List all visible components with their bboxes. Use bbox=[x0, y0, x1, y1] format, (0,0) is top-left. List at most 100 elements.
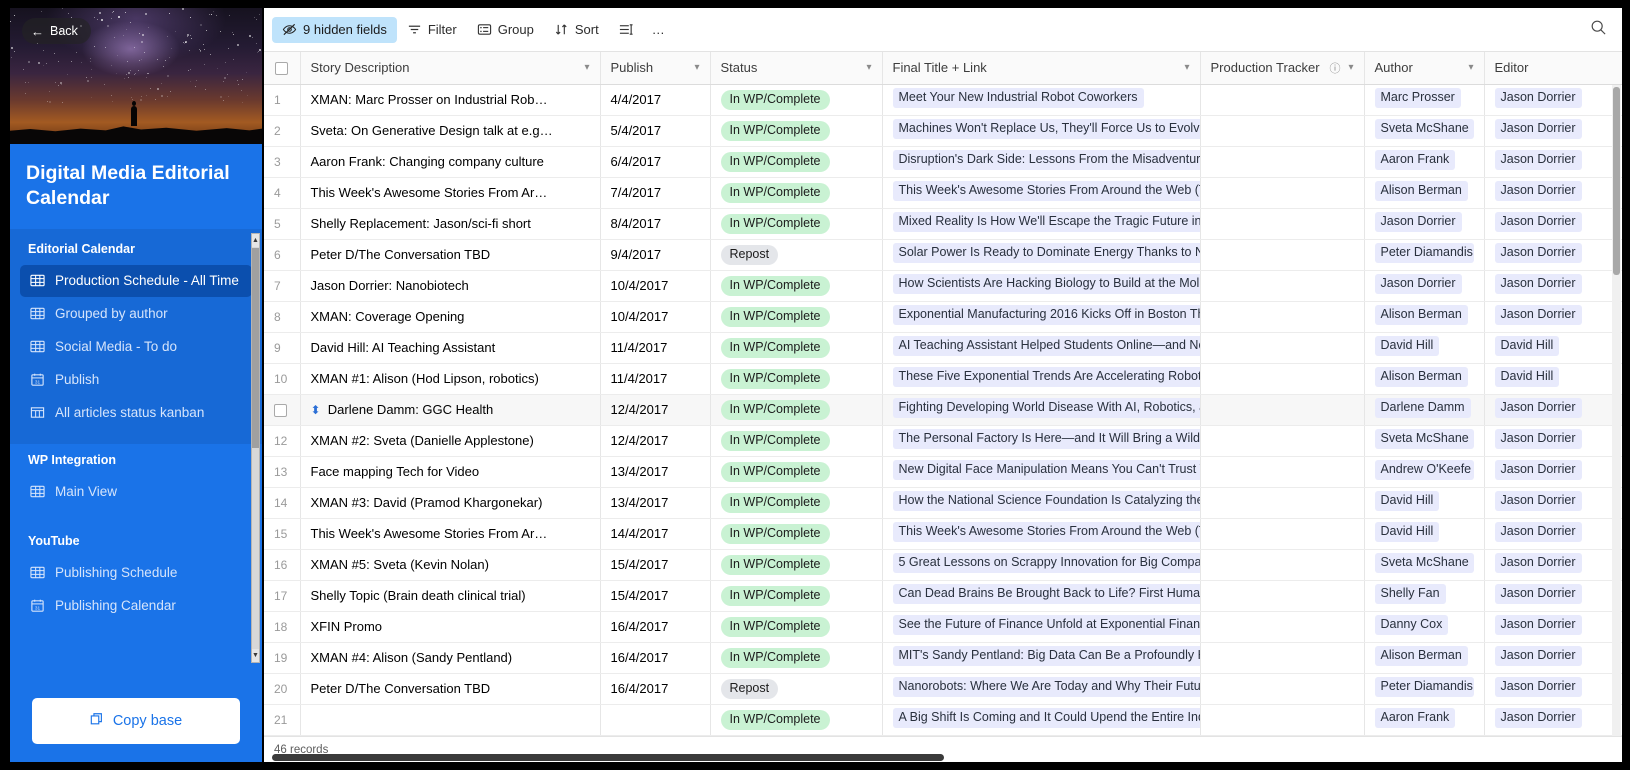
cell-editor[interactable]: Jason Dorrier bbox=[1484, 611, 1622, 642]
select-all-checkbox[interactable] bbox=[275, 62, 288, 75]
cell-status[interactable]: In WP/Complete bbox=[710, 208, 882, 239]
cell-story-description[interactable]: XMAN #4: Alison (Sandy Pentland) bbox=[300, 642, 600, 673]
cell-story-description[interactable]: Shelly Replacement: Jason/sci-fi short bbox=[300, 208, 600, 239]
cell-editor[interactable]: Jason Dorrier bbox=[1484, 518, 1622, 549]
column-header-author[interactable]: Author▾ bbox=[1364, 52, 1484, 84]
cell-author[interactable]: Jason Dorrier bbox=[1364, 208, 1484, 239]
row-number-cell[interactable]: 21 bbox=[264, 704, 300, 735]
cell-editor[interactable]: David Hill bbox=[1484, 332, 1622, 363]
cell-final-title-link[interactable]: The Personal Factory Is Here—and It Will… bbox=[882, 425, 1200, 456]
cell-final-title-link[interactable]: 5 Great Lessons on Scrappy Innovation fo… bbox=[882, 549, 1200, 580]
cell-author[interactable]: Sveta McShane bbox=[1364, 425, 1484, 456]
cell-author[interactable]: Alison Berman bbox=[1364, 301, 1484, 332]
cell-editor[interactable]: Jason Dorrier bbox=[1484, 84, 1622, 115]
cell-final-title-link[interactable]: Mixed Reality Is How We'll Escape the Tr… bbox=[882, 208, 1200, 239]
table-row[interactable]: 10XMAN #1: Alison (Hod Lipson, robotics)… bbox=[264, 363, 1622, 394]
cell-production-tracker[interactable] bbox=[1200, 208, 1364, 239]
table-row[interactable]: 20Peter D/The Conversation TBD16/4/2017R… bbox=[264, 673, 1622, 704]
cell-editor[interactable]: Jason Dorrier bbox=[1484, 425, 1622, 456]
sidebar-item-publishing-schedule[interactable]: Publishing Schedule bbox=[20, 557, 252, 589]
table-row[interactable]: 6Peter D/The Conversation TBD9/4/2017Rep… bbox=[264, 239, 1622, 270]
cell-final-title-link[interactable]: Fighting Developing World Disease With A… bbox=[882, 394, 1200, 425]
table-row[interactable]: 19XMAN #4: Alison (Sandy Pentland)16/4/2… bbox=[264, 642, 1622, 673]
cell-production-tracker[interactable] bbox=[1200, 456, 1364, 487]
cell-production-tracker[interactable] bbox=[1200, 84, 1364, 115]
cell-final-title-link[interactable]: These Five Exponential Trends Are Accele… bbox=[882, 363, 1200, 394]
cell-production-tracker[interactable] bbox=[1200, 611, 1364, 642]
table-row[interactable]: 5Shelly Replacement: Jason/sci-fi short8… bbox=[264, 208, 1622, 239]
cell-publish-date[interactable]: 10/4/2017 bbox=[600, 301, 710, 332]
cell-final-title-link[interactable]: Machines Won't Replace Us, They'll Force… bbox=[882, 115, 1200, 146]
cell-author[interactable]: Danny Cox bbox=[1364, 611, 1484, 642]
cell-publish-date[interactable]: 15/4/2017 bbox=[600, 580, 710, 611]
cell-publish-date[interactable]: 8/4/2017 bbox=[600, 208, 710, 239]
cell-production-tracker[interactable] bbox=[1200, 580, 1364, 611]
table-row[interactable]: 9David Hill: AI Teaching Assistant11/4/2… bbox=[264, 332, 1622, 363]
cell-status[interactable]: In WP/Complete bbox=[710, 456, 882, 487]
cell-author[interactable]: Andrew O'Keefe bbox=[1364, 456, 1484, 487]
cell-status[interactable]: In WP/Complete bbox=[710, 115, 882, 146]
row-select-checkbox[interactable] bbox=[274, 404, 287, 417]
row-number-cell[interactable]: 16 bbox=[264, 549, 300, 580]
cell-production-tracker[interactable] bbox=[1200, 301, 1364, 332]
table-row[interactable]: 15This Week's Awesome Stories From Ar…14… bbox=[264, 518, 1622, 549]
scroll-up-arrow-icon[interactable]: ▲ bbox=[252, 234, 259, 247]
chevron-down-icon[interactable]: ▾ bbox=[584, 63, 589, 73]
cell-editor[interactable]: Jason Dorrier bbox=[1484, 456, 1622, 487]
table-row[interactable]: 7Jason Dorrier: Nanobiotech10/4/2017In W… bbox=[264, 270, 1622, 301]
column-header-editor[interactable]: Editor▾ bbox=[1484, 52, 1622, 84]
cell-author[interactable]: Alison Berman bbox=[1364, 363, 1484, 394]
sort-button[interactable]: Sort bbox=[544, 17, 609, 43]
info-icon[interactable]: ⓘ bbox=[1329, 60, 1344, 76]
cell-status[interactable]: In WP/Complete bbox=[710, 332, 882, 363]
table-row[interactable]: 13Face mapping Tech for Video13/4/2017In… bbox=[264, 456, 1622, 487]
cell-publish-date[interactable]: 10/4/2017 bbox=[600, 270, 710, 301]
row-number-cell[interactable]: 15 bbox=[264, 518, 300, 549]
table-row[interactable]: 4This Week's Awesome Stories From Ar…7/4… bbox=[264, 177, 1622, 208]
sidebar-item-production-schedule[interactable]: Production Schedule - All Time bbox=[20, 265, 252, 297]
cell-story-description[interactable]: XMAN #5: Sveta (Kevin Nolan) bbox=[300, 549, 600, 580]
hidden-fields-button[interactable]: 9 hidden fields bbox=[272, 17, 397, 43]
cell-status[interactable]: In WP/Complete bbox=[710, 642, 882, 673]
cell-production-tracker[interactable] bbox=[1200, 394, 1364, 425]
table-row[interactable]: 21 In WP/CompleteA Big Shift Is Coming an… bbox=[264, 704, 1622, 735]
cell-story-description[interactable]: XMAN #2: Sveta (Danielle Applestone) bbox=[300, 425, 600, 456]
cell-publish-date[interactable]: 15/4/2017 bbox=[600, 549, 710, 580]
cell-production-tracker[interactable] bbox=[1200, 704, 1364, 735]
cell-status[interactable]: In WP/Complete bbox=[710, 270, 882, 301]
sidebar-scrollbar[interactable]: ▲ ▼ bbox=[251, 233, 260, 663]
cell-editor[interactable]: Jason Dorrier bbox=[1484, 580, 1622, 611]
cell-production-tracker[interactable] bbox=[1200, 363, 1364, 394]
cell-editor[interactable]: Jason Dorrier bbox=[1484, 208, 1622, 239]
cell-author[interactable]: Aaron Frank bbox=[1364, 704, 1484, 735]
table-row[interactable]: 16XMAN #5: Sveta (Kevin Nolan)15/4/2017I… bbox=[264, 549, 1622, 580]
grid-horizontal-scrollbar[interactable] bbox=[272, 754, 944, 761]
cell-final-title-link[interactable]: New Digital Face Manipulation Means You … bbox=[882, 456, 1200, 487]
cell-editor[interactable]: Jason Dorrier bbox=[1484, 177, 1622, 208]
more-options-button[interactable]: … bbox=[643, 17, 674, 43]
cell-status[interactable]: In WP/Complete bbox=[710, 301, 882, 332]
cell-production-tracker[interactable] bbox=[1200, 487, 1364, 518]
search-button[interactable] bbox=[1586, 18, 1610, 42]
cell-status[interactable]: In WP/Complete bbox=[710, 580, 882, 611]
cell-production-tracker[interactable] bbox=[1200, 177, 1364, 208]
cell-publish-date[interactable]: 6/4/2017 bbox=[600, 146, 710, 177]
cell-publish-date[interactable]: 13/4/2017 bbox=[600, 456, 710, 487]
cell-author[interactable]: Aaron Frank bbox=[1364, 146, 1484, 177]
cell-production-tracker[interactable] bbox=[1200, 642, 1364, 673]
cell-editor[interactable]: Jason Dorrier bbox=[1484, 301, 1622, 332]
table-row[interactable]: 1XMAN: Marc Prosser on Industrial Rob…4/… bbox=[264, 84, 1622, 115]
row-number-cell[interactable]: 17 bbox=[264, 580, 300, 611]
sidebar-scrollbar-thumb[interactable] bbox=[252, 248, 259, 448]
cell-status[interactable]: In WP/Complete bbox=[710, 704, 882, 735]
cell-production-tracker[interactable] bbox=[1200, 239, 1364, 270]
cell-final-title-link[interactable]: How Scientists Are Hacking Biology to Bu… bbox=[882, 270, 1200, 301]
chevron-down-icon[interactable]: ▾ bbox=[1348, 63, 1353, 73]
sidebar-item-grouped-by-author[interactable]: Grouped by author bbox=[20, 298, 252, 330]
cell-final-title-link[interactable]: A Big Shift Is Coming and It Could Upend… bbox=[882, 704, 1200, 735]
cell-story-description[interactable]: Face mapping Tech for Video bbox=[300, 456, 600, 487]
cell-editor[interactable]: Jason Dorrier bbox=[1484, 115, 1622, 146]
cell-status[interactable]: In WP/Complete bbox=[710, 146, 882, 177]
chevron-down-icon[interactable]: ▾ bbox=[1184, 63, 1189, 73]
cell-author[interactable]: Darlene Damm bbox=[1364, 394, 1484, 425]
